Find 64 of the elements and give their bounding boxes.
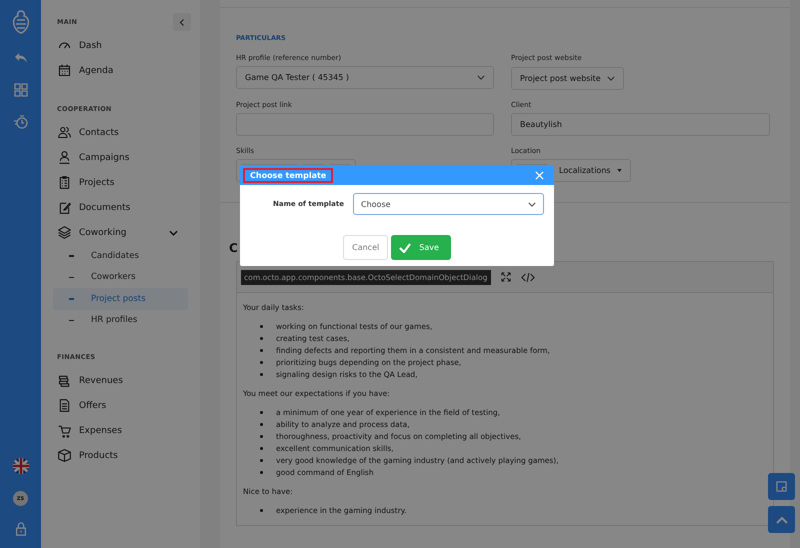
sidebar-subitem[interactable]: Candidates [53,245,188,266]
bullet-icon [260,324,263,328]
code-icon[interactable] [520,272,534,282]
sidebar-item[interactable]: Campaigns [57,145,188,170]
sidebar-subitem[interactable]: HR profiles [53,310,188,331]
bullet-icon [260,372,263,376]
sidebar-item[interactable]: Documents [57,195,188,220]
calendar-icon [57,63,72,78]
document-icon [57,398,72,413]
document-edit-icon [57,200,72,215]
collapse-sidebar-button[interactable] [173,13,191,31]
section-heading: C [229,241,238,253]
bullet-icon [260,348,263,352]
box-icon [57,448,72,463]
bullet-icon [260,470,263,474]
dialog-title: Choose template [243,168,334,182]
expand-button[interactable] [768,473,795,500]
fullscreen-icon[interactable] [500,272,510,282]
sidebar-subitem[interactable]: Project posts [53,288,188,310]
sidebar-item[interactable]: Products [57,443,188,468]
sidebar-item[interactable]: Offers [57,393,188,418]
grid-icon[interactable] [12,82,28,98]
chevron-left-icon [179,18,185,26]
dropdown-field[interactable]: Project post website [511,67,624,90]
timer-icon[interactable] [12,114,28,130]
bullet-icon [260,360,263,364]
select-field[interactable]: Choose [353,193,544,215]
coins-icon [57,373,72,388]
window-icon [776,481,787,492]
chevron-up-icon [776,516,788,524]
sidebar-subitem[interactable]: Coworkers [53,266,188,288]
sidebar-item[interactable]: Contacts [57,120,188,145]
bullet-icon [260,422,263,426]
chevron-down-icon [528,202,536,206]
check-icon [399,242,412,252]
sidebar-item[interactable]: Expenses [57,418,188,443]
user-badge-icon [57,150,72,165]
sidebar-item[interactable]: Revenues [57,368,188,393]
layers-icon [57,225,72,240]
cart-icon [57,423,72,438]
sidebar-item[interactable]: Projects [57,170,188,195]
bullet-icon [260,446,263,450]
people-icon [57,125,72,140]
clipboard-icon [57,175,72,190]
logo-icon[interactable] [10,10,30,34]
chevron-down-icon [477,75,485,80]
bullet-icon [260,434,263,438]
text-field[interactable]: Beautylish [511,113,770,136]
bullet-icon [260,336,263,340]
cancel-button[interactable]: Cancel [343,235,388,260]
scroll-top-button[interactable] [768,506,795,533]
sidebar-item[interactable]: Coworking [57,220,188,245]
bullet-icon [260,410,263,414]
close-icon[interactable] [535,170,544,180]
flag-icon[interactable] [12,457,30,475]
lock-icon[interactable] [14,522,28,536]
chevron-down-icon [606,76,615,81]
bullet-icon [260,508,263,512]
caret-icon [616,169,622,172]
bullet-icon [260,458,263,462]
save-button[interactable]: Save [391,235,451,260]
select-field[interactable]: Game QA Tester ( 45345 ) [236,66,494,89]
sidebar-item[interactable]: Agenda [57,58,188,83]
sidebar-item[interactable]: Dash [57,33,188,58]
